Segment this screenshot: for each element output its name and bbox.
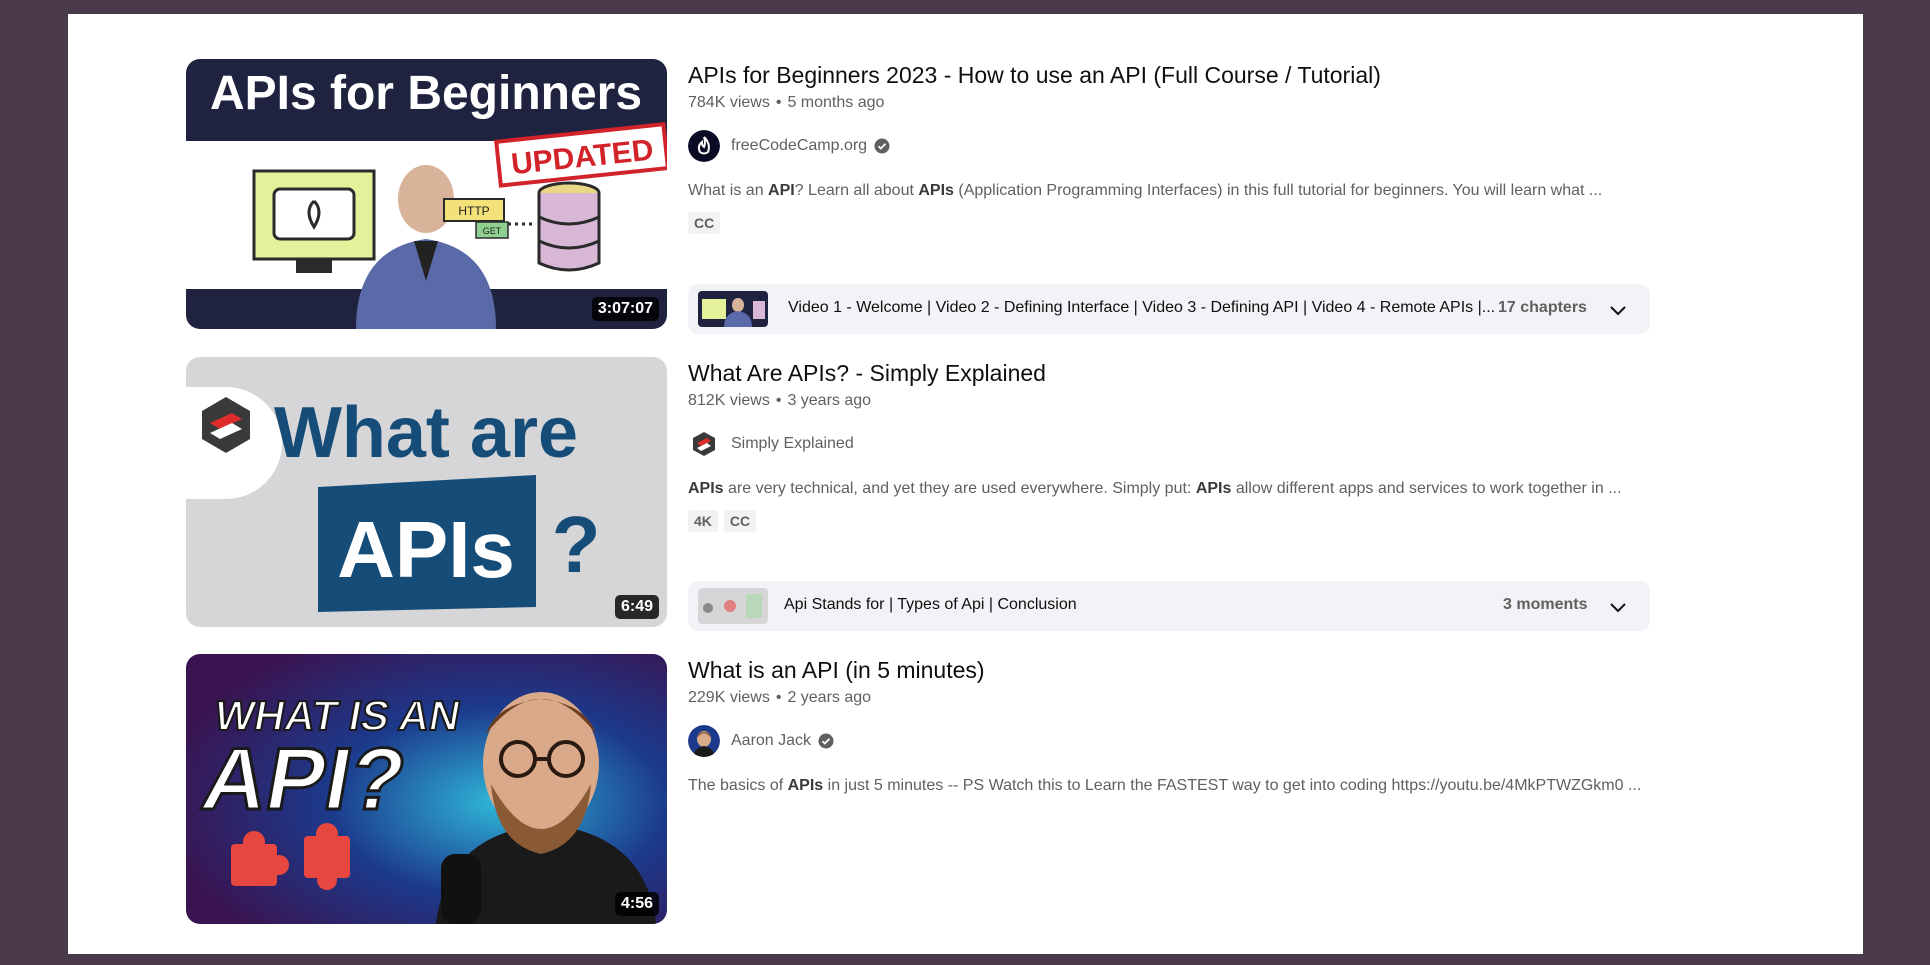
view-count: 229K views bbox=[688, 689, 770, 706]
upload-age: 3 years ago bbox=[787, 392, 872, 409]
chapters-bar[interactable]: Video 1 - Welcome | Video 2 - Defining I… bbox=[688, 284, 1650, 334]
description-highlight: APIs bbox=[688, 480, 724, 497]
video-thumbnail[interactable]: What are APIs ? 6:49 bbox=[186, 357, 667, 627]
video-result[interactable]: APIs for Beginners HTTP GET UPDATED 3:07… bbox=[186, 59, 1720, 334]
video-title[interactable]: APIs for Beginners 2023 - How to use an … bbox=[688, 59, 1720, 91]
meta-separator: • bbox=[775, 392, 782, 409]
description-highlight: APIs bbox=[787, 777, 824, 794]
view-count: 784K views bbox=[688, 94, 770, 111]
chapters-text: Video 1 - Welcome | Video 2 - Defining I… bbox=[788, 299, 1496, 316]
chapters-count: 3 moments bbox=[1503, 596, 1588, 613]
meta-separator: • bbox=[775, 94, 782, 111]
description-text: are very technical, and yet they are use… bbox=[723, 480, 1196, 497]
video-description: What is an API? Learn all about APIs (Ap… bbox=[688, 180, 1720, 202]
video-thumbnail[interactable]: WHAT IS AN API? 4:56 bbox=[186, 654, 667, 924]
fire-icon bbox=[688, 130, 720, 162]
video-info: APIs for Beginners 2023 - How to use an … bbox=[688, 59, 1720, 234]
duration-badge: 4:56 bbox=[614, 892, 659, 916]
chapter-thumbnail bbox=[698, 588, 768, 624]
chapters-count: 17 chapters bbox=[1498, 299, 1587, 316]
description-text: The basics of bbox=[688, 777, 788, 794]
chapters-bar[interactable]: Api Stands for | Types of Api | Conclusi… bbox=[688, 581, 1650, 631]
video-meta: 229K views • 2 years ago bbox=[688, 689, 1720, 707]
channel-link[interactable]: freeCodeCamp.org bbox=[688, 130, 1720, 162]
chapters-text: Api Stands for | Types of Api | Conclusi… bbox=[784, 596, 1077, 613]
thumbnail-image: WHAT IS AN API? bbox=[186, 654, 667, 924]
description-text: What is an bbox=[688, 182, 769, 199]
video-result[interactable]: What are APIs ? 6:49 What Are APIs? - Si… bbox=[186, 357, 1720, 631]
channel-link[interactable]: Aaron Jack bbox=[688, 725, 1720, 757]
description-text: in just 5 minutes -- PS Watch this to Le… bbox=[823, 777, 1642, 794]
verified-check-icon bbox=[818, 733, 834, 749]
video-description: The basics of APIs in just 5 minutes -- … bbox=[688, 775, 1720, 797]
channel-avatar[interactable] bbox=[688, 130, 720, 162]
person-avatar-icon bbox=[688, 725, 720, 757]
thumbnail-image: APIs for Beginners HTTP GET UPDATED bbox=[186, 59, 667, 329]
description-highlight: API bbox=[768, 182, 795, 199]
svg-text:API?: API? bbox=[195, 730, 413, 828]
badge-row: 4K CC bbox=[688, 510, 1720, 532]
video-meta: 812K views • 3 years ago bbox=[688, 392, 1720, 410]
upload-age: 5 months ago bbox=[787, 94, 885, 111]
quality-badge: 4K bbox=[688, 510, 718, 532]
svg-text:?: ? bbox=[552, 500, 601, 589]
meta-separator: • bbox=[775, 689, 782, 706]
description-highlight: APIs bbox=[918, 182, 954, 199]
badge-row: CC bbox=[688, 212, 1720, 234]
view-count: 812K views bbox=[688, 392, 770, 409]
channel-name[interactable]: Aaron Jack bbox=[731, 732, 811, 750]
simply-explained-logo-icon bbox=[688, 428, 720, 460]
description-text: (Application Programming Interfaces) in … bbox=[953, 182, 1603, 199]
svg-text:HTTP: HTTP bbox=[458, 204, 489, 218]
svg-text:GET: GET bbox=[483, 226, 502, 236]
chevron-down-icon[interactable] bbox=[1608, 300, 1628, 320]
video-info: What Are APIs? - Simply Explained 812K v… bbox=[688, 357, 1720, 532]
video-title[interactable]: What is an API (in 5 minutes) bbox=[688, 654, 1720, 686]
channel-link[interactable]: Simply Explained bbox=[688, 428, 1720, 460]
video-title[interactable]: What Are APIs? - Simply Explained bbox=[688, 357, 1720, 389]
svg-text:What are: What are bbox=[274, 393, 578, 473]
svg-text:APIs: APIs bbox=[337, 505, 515, 594]
search-results-page: APIs for Beginners HTTP GET UPDATED 3:07… bbox=[68, 14, 1863, 954]
thumbnail-image: What are APIs ? bbox=[186, 357, 667, 627]
description-text: ? Learn all about bbox=[794, 182, 919, 199]
description-highlight: APIs bbox=[1195, 480, 1232, 497]
duration-badge: 3:07:07 bbox=[591, 297, 659, 321]
video-result[interactable]: WHAT IS AN API? 4:56 What is an API (in … bbox=[186, 654, 1720, 924]
thumb-headline: APIs for Beginners bbox=[210, 67, 642, 120]
upload-age: 2 years ago bbox=[787, 689, 872, 706]
description-text: allow different apps and services to wor… bbox=[1231, 480, 1622, 497]
video-meta: 784K views • 5 months ago bbox=[688, 94, 1720, 112]
quality-badge: CC bbox=[688, 212, 721, 234]
channel-name[interactable]: Simply Explained bbox=[731, 435, 854, 453]
channel-name[interactable]: freeCodeCamp.org bbox=[731, 137, 867, 155]
duration-badge: 6:49 bbox=[614, 595, 659, 619]
video-description: APIs are very technical, and yet they ar… bbox=[688, 478, 1720, 500]
chevron-down-icon[interactable] bbox=[1608, 597, 1628, 617]
chapter-thumbnail bbox=[698, 291, 768, 327]
video-info: What is an API (in 5 minutes) 229K views… bbox=[688, 654, 1720, 797]
channel-avatar[interactable] bbox=[688, 428, 720, 460]
video-thumbnail[interactable]: APIs for Beginners HTTP GET UPDATED 3:07… bbox=[186, 59, 667, 329]
channel-avatar[interactable] bbox=[688, 725, 720, 757]
quality-badge: CC bbox=[723, 510, 757, 532]
verified-check-icon bbox=[874, 138, 890, 154]
